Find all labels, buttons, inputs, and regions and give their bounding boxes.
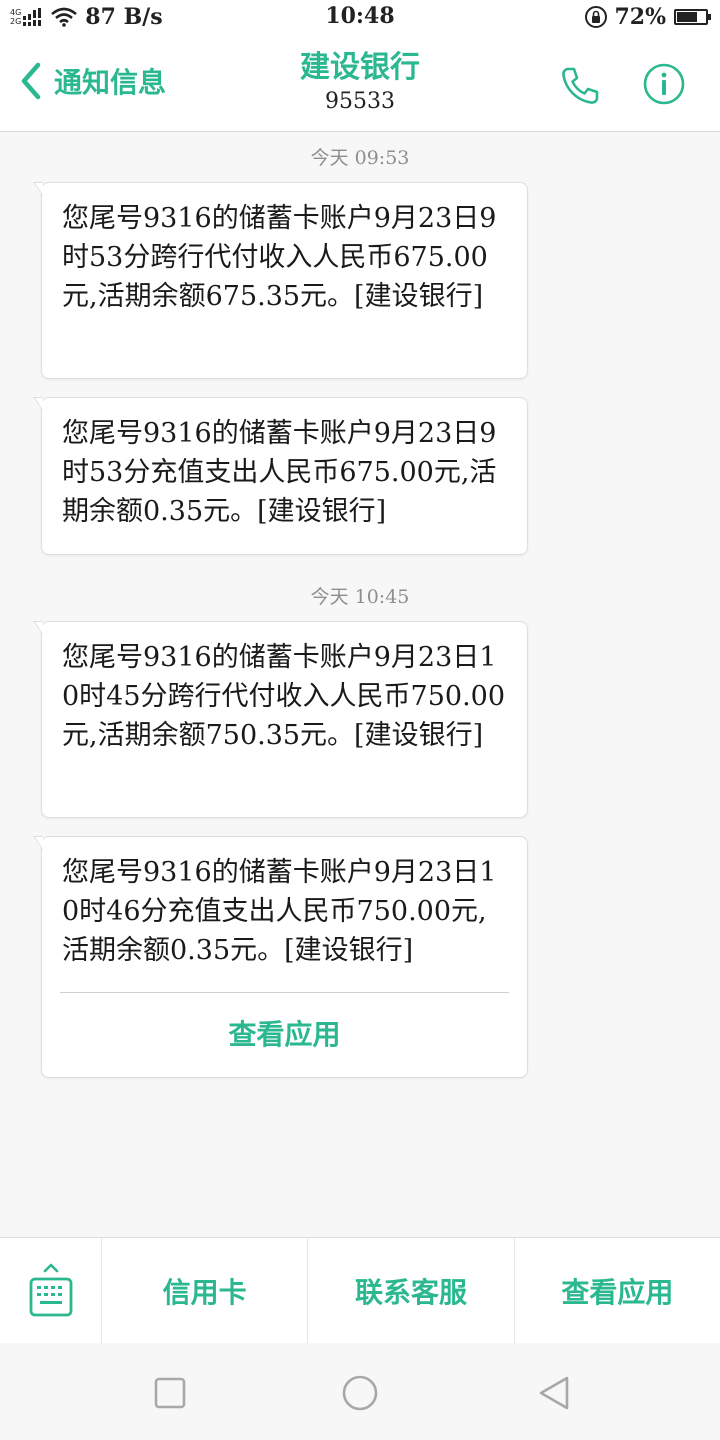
system-nav-bar — [0, 1343, 720, 1440]
message-bubble[interactable]: 您尾号9316的储蓄卡账户9月23日9时53分跨行代付收入人民币675.00元,… — [33, 182, 528, 379]
menu-item-view-app[interactable]: 查看应用 — [513, 1238, 720, 1344]
top-area: 4G 2G 87 B/s 10:48 72% 通知信息 建设银行 95533 — [0, 0, 720, 132]
info-icon[interactable] — [642, 62, 686, 106]
service-menu-bar: 信用卡 联系客服 查看应用 — [0, 1237, 720, 1344]
contact-number: 95533 — [325, 89, 395, 114]
battery-percent: 72% — [614, 4, 666, 30]
menu-item-credit-card[interactable]: 信用卡 — [102, 1238, 307, 1344]
message-bubble[interactable]: 您尾号9316的储蓄卡账户9月23日10时46分充值支出人民币750.00元,活… — [33, 836, 528, 1078]
battery-icon — [674, 9, 711, 25]
message-text: 您尾号9316的储蓄卡账户9月23日10时45分跨行代付收入人民币750.00元… — [62, 642, 506, 751]
status-right: 72% — [584, 4, 711, 30]
phone-icon[interactable] — [558, 64, 602, 108]
home-icon[interactable] — [340, 1373, 380, 1413]
recent-apps-icon[interactable] — [150, 1373, 190, 1413]
battery-fill — [677, 12, 697, 22]
keyboard-toggle-button[interactable] — [0, 1238, 102, 1344]
conversation-header: 通知信息 建设银行 95533 — [0, 34, 720, 131]
keyboard-icon — [29, 1263, 72, 1317]
message-text: 您尾号9316的储蓄卡账户9月23日9时53分充值支出人民币675.00元,活期… — [62, 418, 497, 527]
message-text: 您尾号9316的储蓄卡账户9月23日10时46分充值支出人民币750.00元,活… — [62, 857, 497, 966]
contact-name: 建设银行 — [300, 50, 420, 85]
message-bubble[interactable]: 您尾号9316的储蓄卡账户9月23日10时45分跨行代付收入人民币750.00元… — [33, 621, 528, 818]
message-timestamp: 今天 09:53 — [310, 147, 410, 169]
menu-item-contact-service[interactable]: 联系客服 — [307, 1238, 513, 1344]
contact-title: 建设银行 95533 — [0, 48, 720, 116]
status-bar: 4G 2G 87 B/s 10:48 72% — [0, 0, 720, 34]
rotate-lock-icon — [585, 6, 608, 28]
sms-conversation-screen: 4G 2G 87 B/s 10:48 72% 通知信息 建设银行 95533 今… — [0, 0, 720, 1440]
message-timestamp: 今天 10:45 — [310, 586, 410, 608]
back-icon[interactable] — [534, 1373, 574, 1413]
message-bubble[interactable]: 您尾号9316的储蓄卡账户9月23日9时53分充值支出人民币675.00元,活期… — [33, 397, 528, 555]
message-text: 您尾号9316的储蓄卡账户9月23日9时53分跨行代付收入人民币675.00元,… — [62, 203, 497, 312]
view-app-link[interactable]: 查看应用 — [42, 993, 527, 1053]
